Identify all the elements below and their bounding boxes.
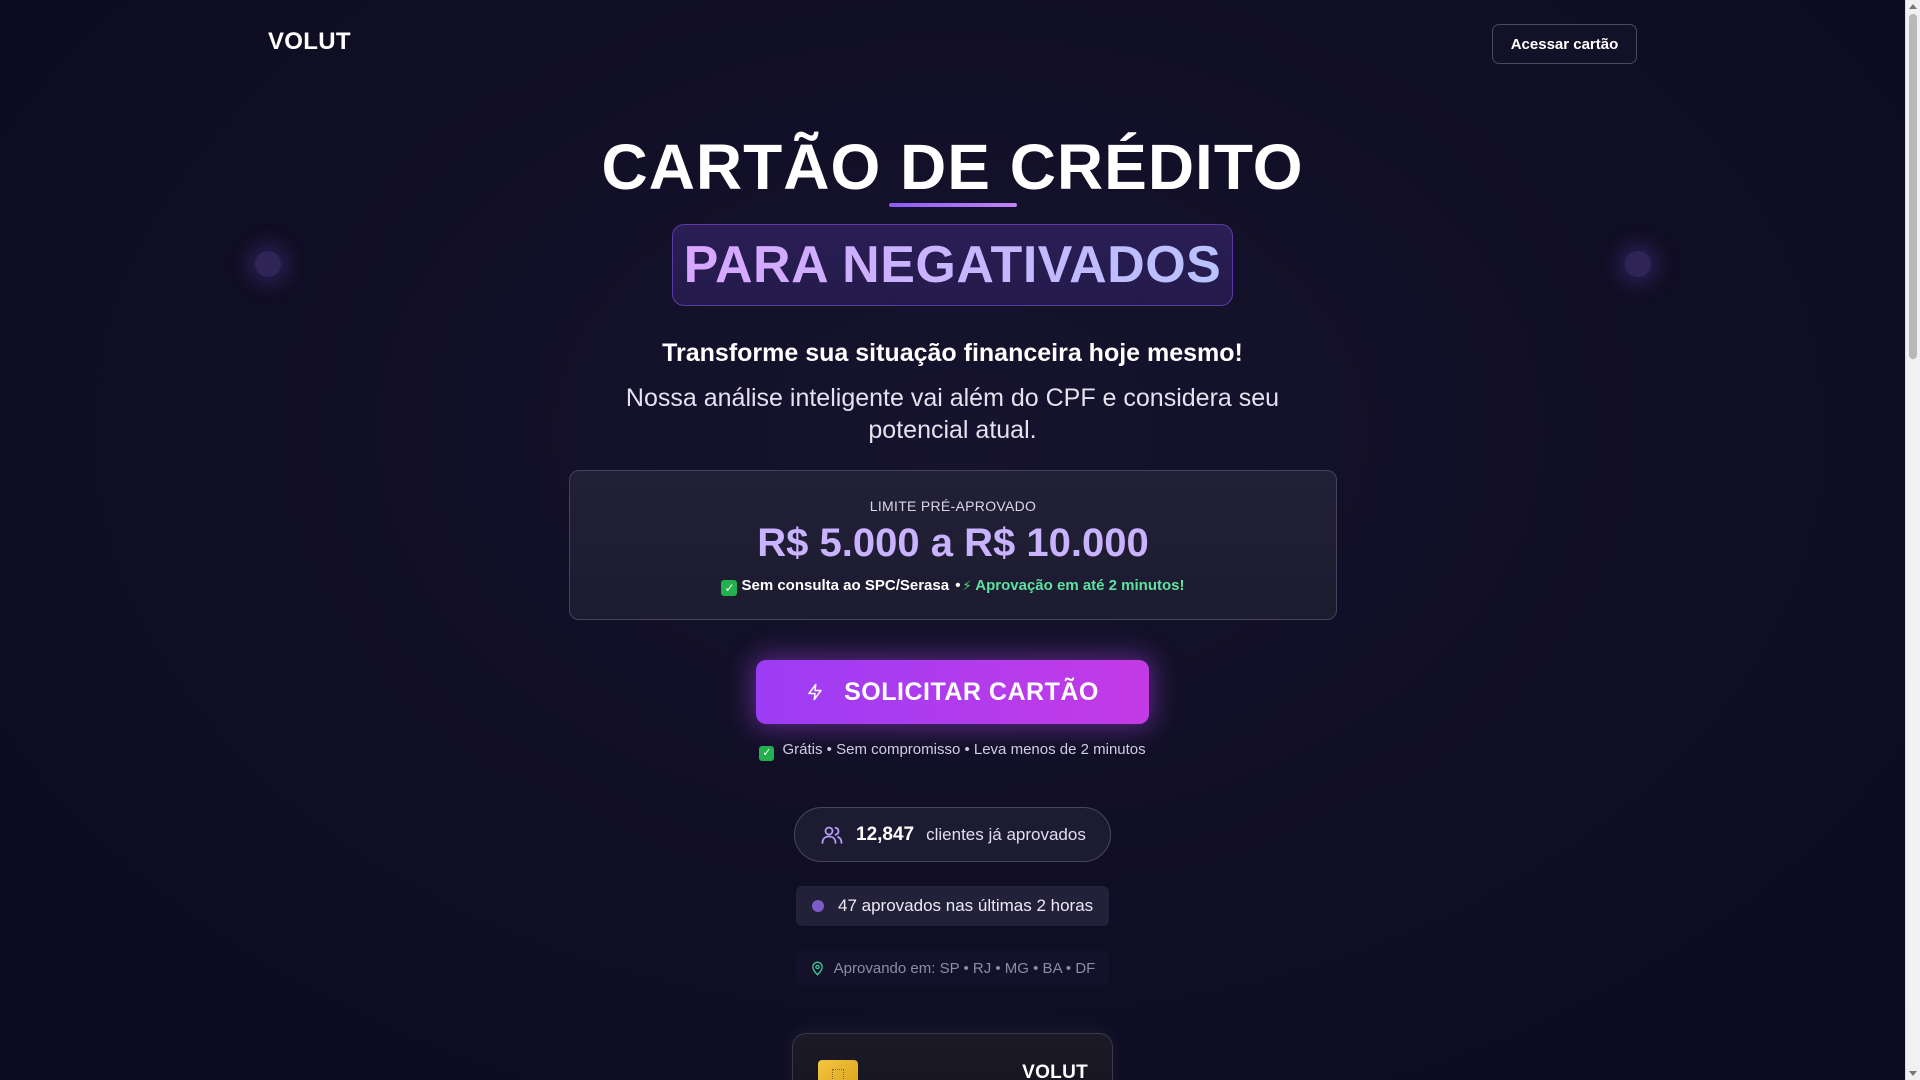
approved-count-label: clientes já aprovados bbox=[926, 824, 1086, 844]
request-card-button[interactable]: SOLICITAR CARTÃO bbox=[756, 660, 1149, 724]
request-card-label: SOLICITAR CARTÃO bbox=[844, 677, 1099, 706]
hero-subtitle: Transforme sua situação financeira hoje … bbox=[662, 339, 1243, 367]
recent-approvals-pill: 47 aprovados nas últimas 2 horas bbox=[796, 886, 1109, 926]
approved-count: 12,847 bbox=[856, 823, 915, 845]
decorative-glow-right bbox=[1625, 251, 1651, 277]
bolt-icon bbox=[808, 683, 822, 701]
bolt-icon: ⚡ bbox=[962, 578, 972, 593]
cta-note-text: Grátis • Sem compromisso • Leva menos de… bbox=[782, 741, 1146, 758]
approving-regions: Aprovando em: SP • RJ • MG • BA • DF bbox=[796, 951, 1109, 985]
title-underline bbox=[889, 203, 1017, 207]
hero-title: CARTÃO DE CRÉDITO bbox=[601, 131, 1304, 203]
map-pin-icon bbox=[811, 961, 823, 976]
vertical-scrollbar[interactable] bbox=[1905, 0, 1920, 1080]
feature-separator: • bbox=[955, 577, 961, 594]
brand-logo[interactable]: VOLUT bbox=[268, 28, 351, 56]
limit-label: LIMITE PRÉ-APROVADO bbox=[869, 498, 1037, 514]
page: VOLUT Acessar cartão CARTÃO DE CRÉDITO P… bbox=[0, 0, 1920, 1080]
users-icon bbox=[821, 826, 843, 844]
credit-card-preview: VOLUT bbox=[792, 1033, 1113, 1080]
check-icon: ✓ bbox=[721, 580, 738, 596]
approving-regions-text: Aprovando em: SP • RJ • MG • BA • DF bbox=[833, 959, 1096, 977]
card-brand: VOLUT bbox=[1022, 1062, 1088, 1080]
feature-no-spc: Sem consulta ao SPC/Serasa bbox=[741, 577, 950, 594]
decorative-glow-left bbox=[255, 251, 281, 277]
badge-text: PARA NEGATIVADOS bbox=[683, 236, 1222, 294]
feature-fast-approval: Aprovação em até 2 minutos! bbox=[975, 577, 1185, 594]
scroll-up-arrow-icon[interactable] bbox=[1909, 4, 1917, 9]
approved-clients-pill: 12,847 clientes já aprovados bbox=[794, 807, 1111, 862]
chip-contacts bbox=[832, 1069, 844, 1080]
live-status-dot bbox=[812, 900, 824, 912]
cta-note: ✓ Grátis • Sem compromisso • Leva menos … bbox=[0, 741, 1905, 761]
hero-description: Nossa análise inteligente vai além do CP… bbox=[625, 384, 1280, 444]
check-icon: ✓ bbox=[759, 746, 775, 761]
limit-features: ✓ Sem consulta ao SPC/Serasa • ⚡ Aprovação… bbox=[570, 577, 1336, 596]
recent-approvals-text: 47 aprovados nas últimas 2 horas bbox=[838, 896, 1094, 915]
negativados-badge: PARA NEGATIVADOS bbox=[672, 224, 1233, 306]
limit-card: LIMITE PRÉ-APROVADO R$ 5.000 a R$ 10.000… bbox=[569, 470, 1337, 620]
limit-value: R$ 5.000 a R$ 10.000 bbox=[757, 521, 1149, 565]
scroll-down-arrow-icon[interactable] bbox=[1909, 1071, 1917, 1076]
card-chip-icon bbox=[818, 1060, 858, 1080]
scrollbar-thumb[interactable] bbox=[1909, 14, 1917, 359]
access-card-button[interactable]: Acessar cartão bbox=[1492, 24, 1637, 64]
